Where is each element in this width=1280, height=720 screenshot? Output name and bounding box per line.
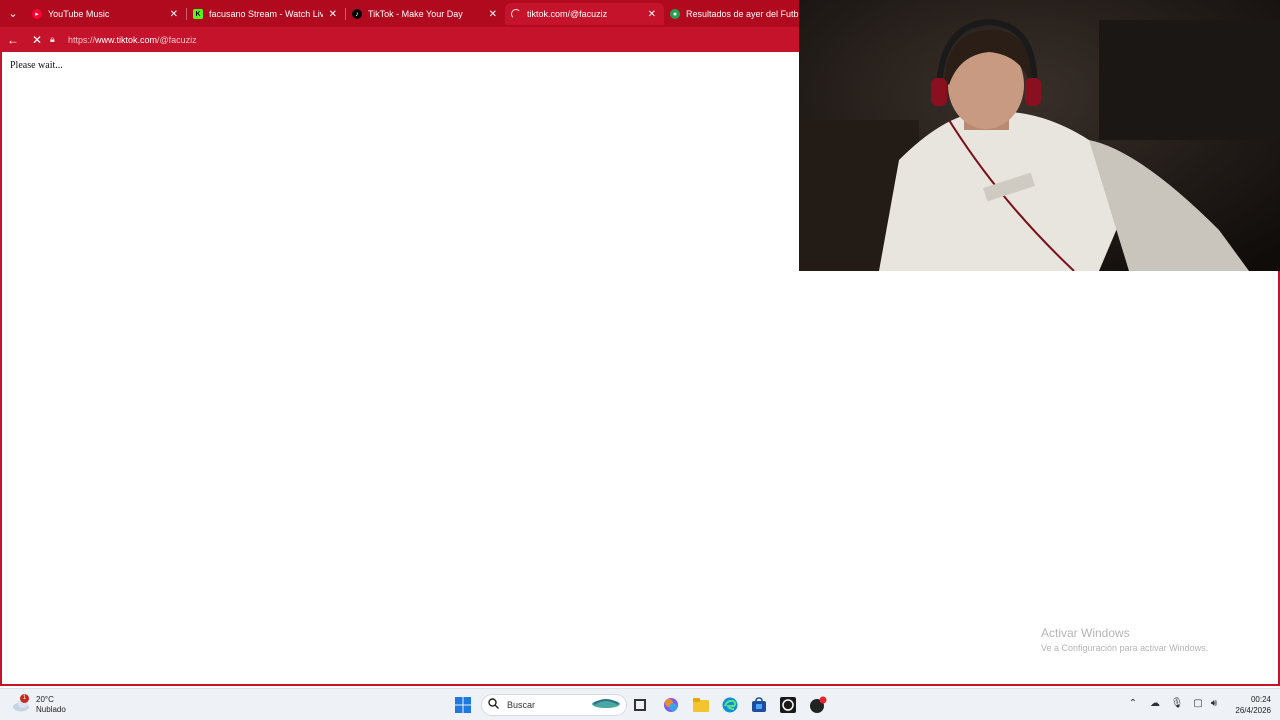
tab-tiktok-home[interactable]: ♪ TikTok - Make Your Day ✕ [346,3,505,25]
weather-widget[interactable]: 1 20°C Nublado [12,693,66,717]
windows-start-icon[interactable] [454,696,472,714]
loading-message: Please wait... [10,60,63,71]
tab-title: facusano Stream - Watch Live on K [209,9,323,19]
file-explorer-icon[interactable] [692,696,710,714]
loading-spinner-icon [511,9,521,19]
url-path: /@facuziz [157,34,197,45]
clock-date: 26/4/2026 [1235,706,1271,715]
activate-windows-watermark: Activar Windows Ve a Configuración para … [1041,626,1208,653]
weather-alert-badge: 1 [20,694,29,703]
chat-app-icon[interactable] [809,696,827,714]
microphone-icon[interactable]: 🎙︎ [1170,697,1184,711]
taskbar-clock[interactable]: 00:24 26/4/2026 [1229,694,1271,716]
weather-temp: 20°C [36,695,54,704]
youtube-music-icon: ▸ [32,9,42,19]
tab-list-chevron-icon[interactable]: ⌄ [4,5,22,23]
tab-close-icon[interactable]: ✕ [329,9,337,20]
lock-icon[interactable]: 🔒︎ [50,34,62,45]
search-highlight-icon [590,696,622,715]
webcam-overlay [799,0,1280,271]
speaker-icon[interactable]: 🔊︎ [1207,697,1221,711]
stop-loading-icon[interactable]: ✕ [28,31,46,49]
browser-toolbar: ← ✕ 🔒︎ https://www.tiktok.com/@facuziz [0,27,800,52]
webcam-picture [799,0,1280,271]
weather-condition: Nublado [36,705,66,714]
tiktok-icon: ♪ [352,9,362,19]
onedrive-cloud-icon[interactable]: ☁︎ [1148,697,1162,711]
tab-close-icon[interactable]: ✕ [489,9,497,20]
kick-icon: K [193,9,203,19]
tab-title: TikTok - Make Your Day [368,9,463,19]
obs-app-icon[interactable] [779,696,797,714]
task-view-icon[interactable] [631,696,649,714]
browser-tab-bar: ⌄ ▸ YouTube Music ✕ K facusano Stream - … [0,0,800,27]
watermark-title: Activar Windows [1041,626,1130,640]
url-scheme: https:// [68,34,96,45]
tab-tiktok-profile[interactable]: tiktok.com/@facuziz ✕ [505,3,664,25]
tab-title: Resultados de ayer del Futbol Ar [686,9,800,19]
edge-browser-icon[interactable] [721,696,739,714]
chrome-like-icon: ● [670,9,680,19]
clock-time: 00:24 [1250,695,1271,704]
search-icon [488,696,499,714]
tab-youtube-music[interactable]: ▸ YouTube Music ✕ [26,3,186,25]
search-placeholder: Buscar [507,700,536,710]
watermark-subtitle: Ve a Configuración para activar Windows. [1041,643,1209,653]
url-host: www.tiktok.com [95,34,158,45]
copilot-icon[interactable] [662,696,680,714]
back-arrow-icon[interactable]: ← [4,31,22,49]
tab-futbol-results[interactable]: ● Resultados de ayer del Futbol Ar [664,3,800,25]
tab-close-icon[interactable]: ✕ [648,9,656,20]
display-icon[interactable]: ▢ [1191,697,1205,711]
tab-title: tiktok.com/@facuziz [527,9,608,19]
cloud-icon: 1 [12,694,32,713]
taskbar-search-box[interactable]: Buscar [481,694,627,716]
store-icon[interactable] [750,696,768,714]
tab-kick-stream[interactable]: K facusano Stream - Watch Live on K ✕ [187,3,345,25]
taskbar: 1 20°C Nublado Buscar ⌃ ☁︎ 🎙︎ ▢ 🔊︎ 00:24… [0,688,1280,720]
tab-close-icon[interactable]: ✕ [170,9,178,20]
show-hidden-icons-chevron-icon[interactable]: ⌃ [1126,697,1140,711]
address-bar[interactable]: 🔒︎ https://www.tiktok.com/@facuziz [50,30,795,49]
tab-title: YouTube Music [48,9,110,19]
